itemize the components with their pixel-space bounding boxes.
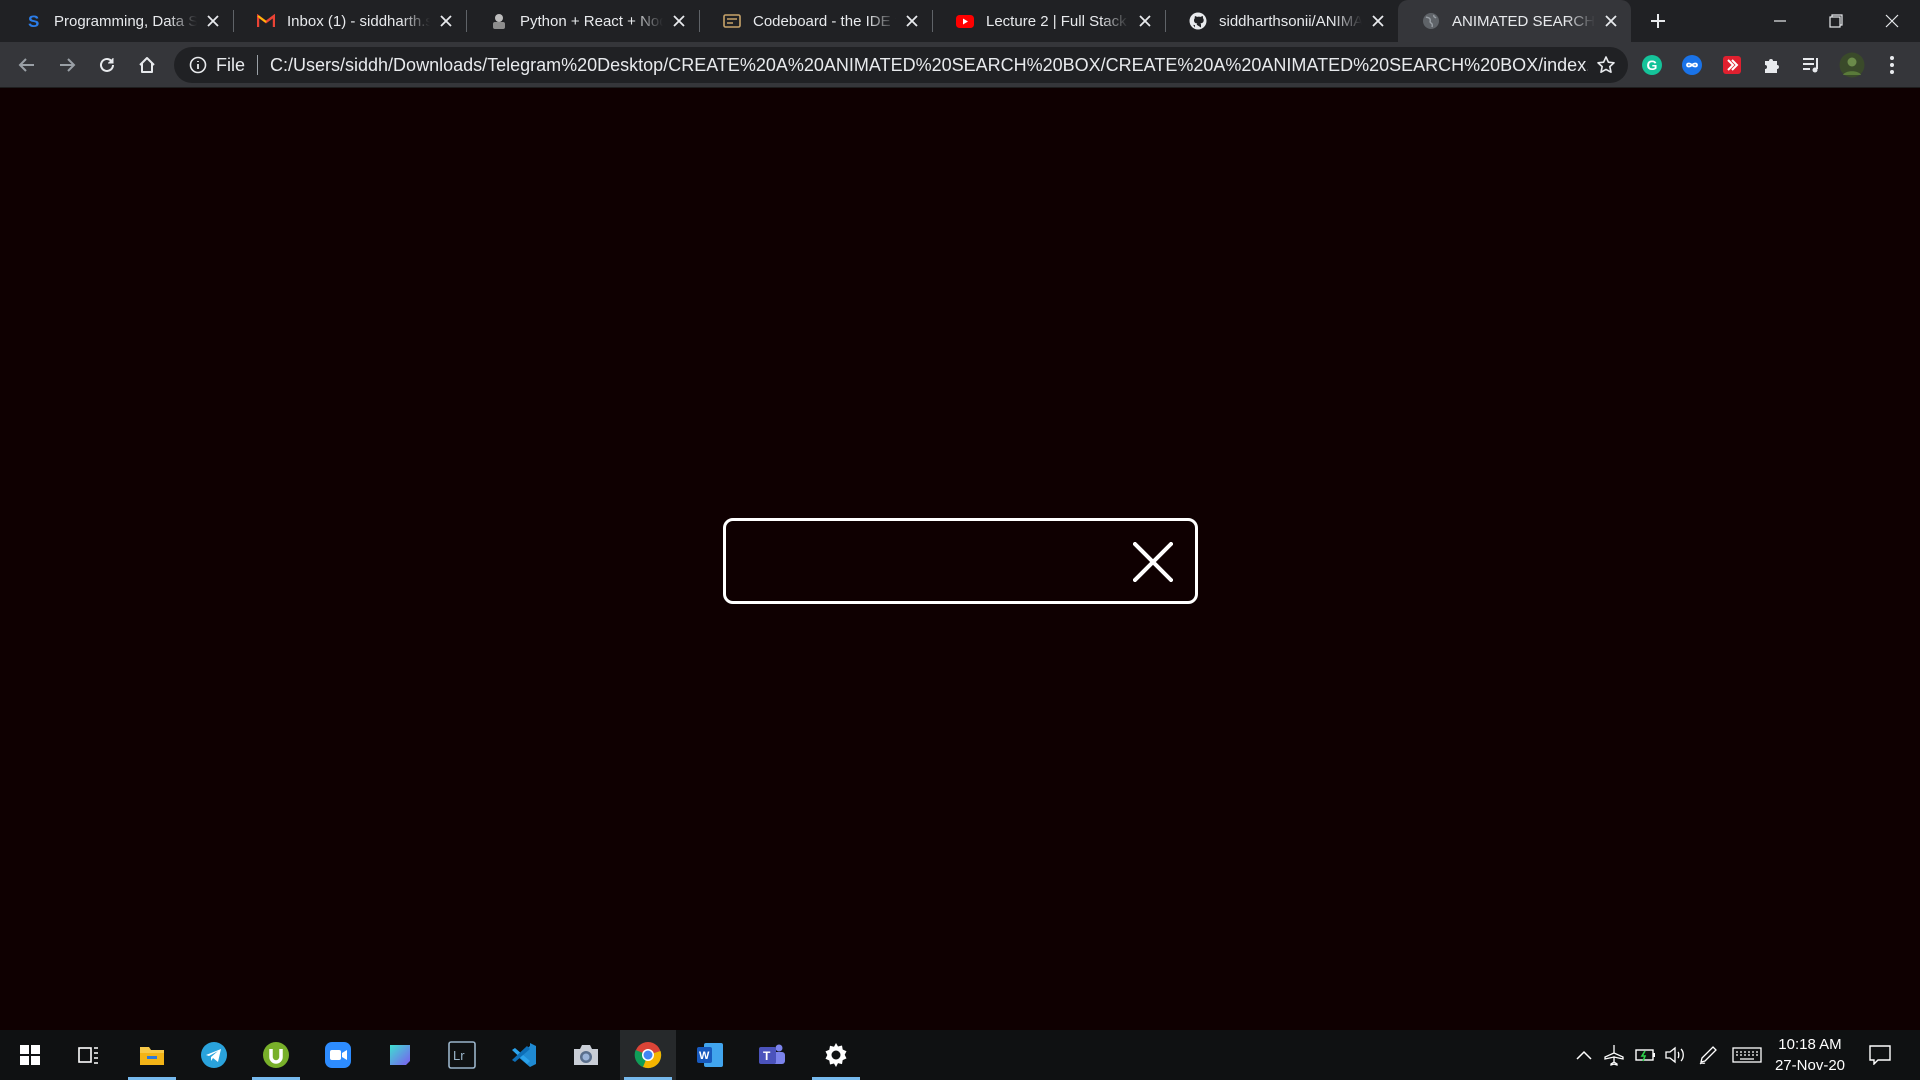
svg-text:W: W [699,1050,710,1062]
clock-date: 27-Nov-20 [1774,1057,1846,1074]
tab-animated-search-box[interactable]: ANIMATED SEARCH BOX [1398,0,1631,42]
close-icon [1133,542,1173,582]
lightroom-icon[interactable]: Lr [434,1030,490,1080]
tab-title: Lecture 2 | Full Stack Dev [986,12,1129,30]
zoom-icon[interactable] [310,1030,366,1080]
svg-text:S: S [28,12,39,30]
tab-close-icon[interactable] [1601,11,1621,31]
infinity-extension-icon[interactable] [1672,45,1712,85]
restore-icon [1829,14,1843,28]
reload-icon [100,57,114,72]
back-button[interactable] [7,45,47,85]
url-text[interactable]: C:/Users/siddh/Downloads/Telegram%20Desk… [270,55,1588,76]
tab-title: Inbox (1) - siddharth.soni [287,12,430,30]
info-icon[interactable] [188,55,208,75]
url-separator [257,55,259,75]
navigation-buttons [7,45,167,85]
windows-taskbar: Lr W T 10:18 AM 27-Nov-20 [0,1030,1920,1080]
browser-toolbar: File C:/Users/siddh/Downloads/Telegram%2… [0,42,1920,88]
tab-close-icon[interactable] [1135,11,1155,31]
plus-icon [1651,14,1665,28]
tab-gmail-inbox[interactable]: Inbox (1) - siddharth.soni [233,0,466,42]
close-search-button[interactable] [1133,542,1173,582]
tab-title: ANIMATED SEARCH BOX [1452,12,1595,30]
url-scheme-label: File [216,54,246,75]
tab-close-icon[interactable] [669,11,689,31]
svg-text:G: G [1647,57,1658,73]
chevron-up-icon[interactable] [1572,1030,1596,1080]
notification-center-icon[interactable] [1862,1030,1898,1080]
red-extension-icon[interactable] [1712,45,1752,85]
volume-icon[interactable] [1661,1030,1689,1080]
close-icon [1885,14,1899,28]
profile-avatar-icon[interactable] [1832,45,1872,85]
bookmark-star-icon[interactable] [1588,47,1624,83]
tab-title: Programming, Data Structures [54,12,197,30]
sticky-app-icon[interactable] [372,1030,428,1080]
home-button[interactable] [127,45,167,85]
tab-github-repo[interactable]: siddharthsonii/ANIMATED [1165,0,1398,42]
chrome-icon[interactable] [620,1030,676,1080]
new-tab-button[interactable] [1637,0,1679,42]
browser-tab-strip: S Programming, Data Structures Inbox (1)… [0,0,1920,42]
windows-start-icon[interactable] [2,1030,58,1080]
restore-button[interactable] [1808,0,1864,42]
tab-close-icon[interactable] [902,11,922,31]
arrow-right-icon [60,57,76,72]
home-icon [139,56,155,73]
s-logo-icon: S [24,12,42,30]
tab-close-icon[interactable] [203,11,223,31]
tab-youtube-lecture[interactable]: Lecture 2 | Full Stack Dev [932,0,1165,42]
tab-title: siddharthsonii/ANIMATED [1219,12,1362,30]
vscode-icon[interactable] [496,1030,552,1080]
tab-codeboard[interactable]: Codeboard - the IDE for [699,0,932,42]
more-menu-icon[interactable] [1872,45,1912,85]
forward-button[interactable] [47,45,87,85]
animated-search-box[interactable] [723,518,1198,604]
gmail-icon [257,12,275,30]
svg-text:T: T [763,1049,771,1063]
python-react-node-icon [490,12,508,30]
github-icon [1189,12,1207,30]
grammarly-icon[interactable]: G [1632,45,1672,85]
task-view-icon[interactable] [61,1030,117,1080]
taskbar-clock[interactable]: 10:18 AM 27-Nov-20 [1760,1034,1860,1076]
arrow-left-icon [18,57,34,72]
puzzle-icon[interactable] [1752,45,1792,85]
minimize-button[interactable] [1752,0,1808,42]
pen-icon[interactable] [1694,1030,1722,1080]
tab-programming[interactable]: S Programming, Data Structures [0,0,233,42]
settings-icon[interactable] [808,1030,864,1080]
search-input[interactable] [742,533,1112,589]
keyboard-icon[interactable] [1730,1030,1764,1080]
tab-title: Python + React + Node [520,12,663,30]
youtube-icon [956,12,974,30]
file-explorer-icon[interactable] [124,1030,180,1080]
word-icon[interactable]: W [682,1030,738,1080]
globe-icon [1422,12,1440,30]
clock-time: 10:18 AM [1778,1036,1842,1053]
page-viewport [0,88,1920,1030]
battery-charging-icon[interactable] [1632,1030,1660,1080]
tab-python-react-node[interactable]: Python + React + Node [466,0,699,42]
address-bar[interactable]: File C:/Users/siddh/Downloads/Telegram%2… [174,47,1628,83]
minimize-icon [1774,20,1786,22]
window-controls [1752,0,1920,42]
svg-text:Lr: Lr [453,1048,465,1063]
airplane-icon[interactable] [1600,1030,1628,1080]
media-queue-icon[interactable] [1792,45,1832,85]
extensions-bar: G [1632,45,1912,85]
codeboard-icon [723,12,741,30]
tab-close-icon[interactable] [1368,11,1388,31]
close-window-button[interactable] [1864,0,1920,42]
teams-icon[interactable]: T [744,1030,800,1080]
camera-icon[interactable] [558,1030,614,1080]
tab-title: Codeboard - the IDE for [753,12,896,30]
tab-close-icon[interactable] [436,11,456,31]
reload-button[interactable] [87,45,127,85]
utorrent-icon[interactable] [248,1030,304,1080]
telegram-icon[interactable] [186,1030,242,1080]
tab-list: S Programming, Data Structures Inbox (1)… [0,0,1631,42]
